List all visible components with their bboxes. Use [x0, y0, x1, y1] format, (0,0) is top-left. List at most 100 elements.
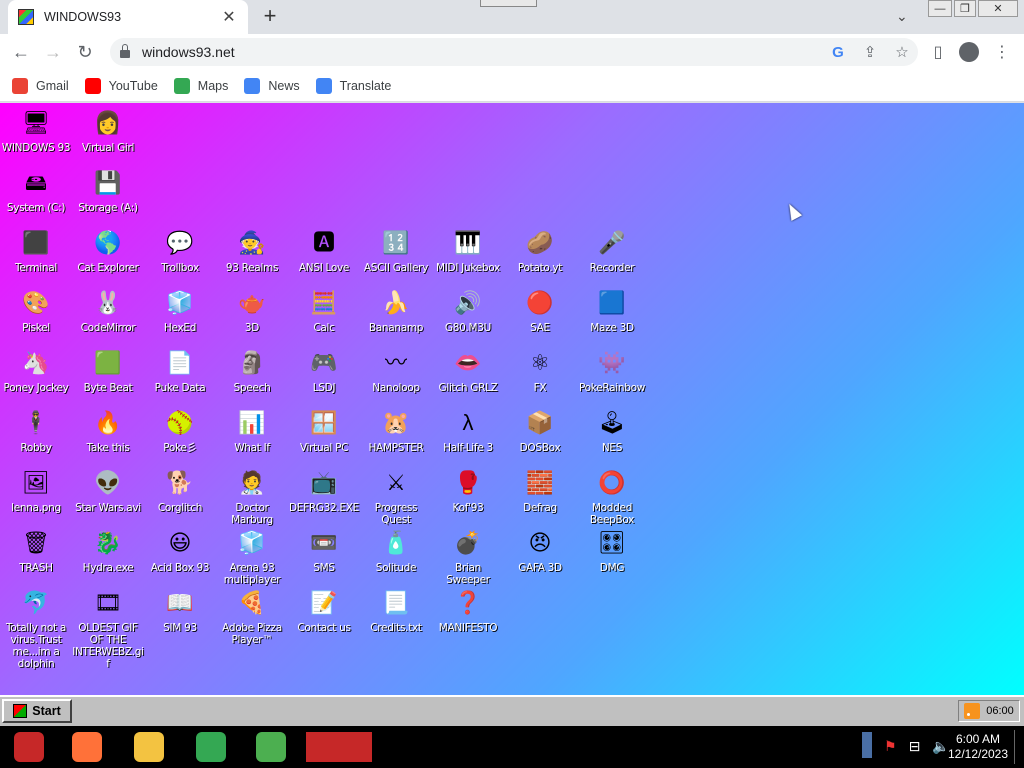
desktop-icon-lsdj[interactable]: 🎮 LSDJ: [288, 347, 360, 394]
desktop-icon-ascii-gallery[interactable]: 🔢 ASCII Gallery: [360, 227, 432, 274]
bookmark-translate[interactable]: Translate: [315, 77, 391, 94]
network-icon[interactable]: ⊟: [909, 738, 921, 758]
desktop-icon-contact-us[interactable]: 📝 Contact us: [288, 587, 360, 634]
desktop-icon-fx[interactable]: ⚛ FX: [504, 347, 576, 394]
desktop-icon-virtual-girl[interactable]: 👩 Virtual Girl: [72, 107, 144, 154]
desktop-icon-dmg[interactable]: 🎛 DMG: [576, 527, 648, 574]
desktop-icon-midi-jukebox[interactable]: 🎹 MIDI Jukebox: [432, 227, 504, 274]
new-tab-button[interactable]: +: [258, 5, 282, 27]
w93-tray[interactable]: 06:00: [958, 700, 1020, 722]
desktop-icon-trollbox[interactable]: 💬 Trollbox: [144, 227, 216, 274]
desktop-icon-system-c[interactable]: 🖴 System (C:): [0, 167, 72, 214]
desktop-icon-3d[interactable]: 🫖 3D: [216, 287, 288, 334]
bookmark-news[interactable]: News: [244, 77, 300, 94]
taskbar-app-2[interactable]: [120, 726, 178, 768]
desktop-icon-windows-93[interactable]: 🖥 WINDOWS 93: [0, 107, 72, 154]
network-flag-icon[interactable]: ⚑: [884, 738, 897, 758]
desktop-icon-nanoloop[interactable]: 〰 Nanoloop: [360, 347, 432, 394]
desktop-icon-defrag[interactable]: 🧱 Defrag: [504, 467, 576, 514]
desktop-icon-codemirror[interactable]: 🐰 CodeMirror: [72, 287, 144, 334]
taskbar-app-0[interactable]: [0, 726, 58, 768]
desktop-icon-hampster[interactable]: 🐹 HAMPSTER: [360, 407, 432, 454]
desktop-icon-g80-m3u[interactable]: 🔊 G80.M3U: [432, 287, 504, 334]
desktop-icon-acid-box-93[interactable]: 😃 Acid Box 93: [144, 527, 216, 574]
desktop-icon-robby[interactable]: 🕴 Robby: [0, 407, 72, 454]
side-panel-icon[interactable]: ▯: [927, 42, 949, 62]
desktop-icon-ansi-love[interactable]: 🅰 ANSI Love: [288, 227, 360, 274]
desktop-icon-brian-sweeper[interactable]: 💣 Brian Sweeper: [432, 527, 504, 586]
desktop-icon-sae[interactable]: 🔴 SAE: [504, 287, 576, 334]
lock-icon[interactable]: [120, 44, 130, 58]
url-text[interactable]: windows93.net: [142, 44, 822, 60]
desktop-icon-glitch-grlz[interactable]: 👄 Glitch GRLZ: [432, 347, 504, 394]
desktop-icon-corglitch[interactable]: 🐕 Corglitch: [144, 467, 216, 514]
desktop-icon-cat-explorer[interactable]: 🌎 Cat Explorer: [72, 227, 144, 274]
windows93-desktop[interactable]: 🖥 WINDOWS 93 👩 Virtual Girl 🖴 System (C:) 💾 Sto…: [0, 103, 1024, 695]
desktop-icon-take-this[interactable]: 🔥 Take this: [72, 407, 144, 454]
bookmark-gmail[interactable]: Gmail: [12, 77, 69, 94]
restore-button[interactable]: ❐: [954, 0, 976, 17]
google-lens-icon[interactable]: G: [822, 44, 854, 61]
tab-search-chevron-icon[interactable]: ⌄: [896, 8, 908, 25]
desktop-icon-arena-93-multiplayer[interactable]: 🧊 Arena 93 multiplayer: [216, 527, 288, 586]
desktop-icon-dosbox[interactable]: 📦 DOSBox: [504, 407, 576, 454]
address-bar[interactable]: windows93.net G ⇪ ☆: [110, 38, 918, 66]
taskbar-app-5[interactable]: [304, 726, 374, 768]
desktop-icon-storage-a[interactable]: 💾 Storage (A:): [72, 167, 144, 214]
desktop-icon-terminal[interactable]: ⬛ Terminal: [0, 227, 72, 274]
desktop-icon-modded-beepbox[interactable]: ⭕ Modded BeepBox: [576, 467, 648, 526]
desktop-icon-doctor-marburg[interactable]: 🧑‍⚕ Doctor Marburg: [216, 467, 288, 526]
browser-tab[interactable]: WINDOWS93 ✕: [8, 0, 248, 34]
bookmark-youtube[interactable]: YouTube: [84, 77, 158, 94]
system-clock[interactable]: 6:00 AM 12/12/2023: [940, 732, 1016, 762]
forward-arrow-icon[interactable]: →: [40, 40, 66, 64]
desktop-icon-pokerainbow[interactable]: 👾 PokeRainbow: [576, 347, 648, 394]
desktop-icon-lenna-png[interactable]: 🖼 lenna.png: [0, 467, 72, 514]
taskbar-app-4[interactable]: [242, 726, 300, 768]
desktop-icon-93-realms[interactable]: 🧙 93 Realms: [216, 227, 288, 274]
tab-close-icon[interactable]: ✕: [220, 7, 238, 27]
desktop-icon-poke[interactable]: 🥎 Poke彡: [144, 407, 216, 454]
desktop-icon-star-wars-avi[interactable]: 👽 Star Wars.avi: [72, 467, 144, 514]
desktop-icon-nes[interactable]: 🕹 NES: [576, 407, 648, 454]
show-desktop-button[interactable]: [1014, 730, 1020, 764]
bookmark-maps[interactable]: Maps: [173, 77, 228, 94]
desktop-icon-gafa-3d[interactable]: 😠 GAFA 3D: [504, 527, 576, 574]
desktop-icon-trash[interactable]: 🗑 TRASH: [0, 527, 72, 574]
start-button[interactable]: Start: [2, 699, 72, 723]
reload-icon[interactable]: ↻: [72, 40, 98, 64]
bookmark-star-icon[interactable]: ☆: [886, 43, 918, 61]
desktop-icon-defrg32-exe[interactable]: 📺 DEFRG32.EXE: [288, 467, 360, 514]
profile-avatar-icon[interactable]: [959, 42, 979, 62]
desktop-icon-oldest-gif-of-the-interwebz-gif[interactable]: 🎞 OLDEST GIF OF THE INTERWEBZ.gif: [72, 587, 144, 670]
desktop-icon-sim-93[interactable]: 📖 SIM 93: [144, 587, 216, 634]
desktop-icon-bananamp[interactable]: 🍌 Bananamp: [360, 287, 432, 334]
desktop-icon-adobe-pizza-player[interactable]: 🍕 Adobe Pizza Player™: [216, 587, 288, 646]
taskbar-app-1[interactable]: [58, 726, 116, 768]
desktop-icon-credits-txt[interactable]: 📃 Credits.txt: [360, 587, 432, 634]
minimize-button[interactable]: —: [928, 0, 952, 17]
desktop-icon-what-if[interactable]: 📊 What If: [216, 407, 288, 454]
desktop-icon-puke-data[interactable]: 📄 Puke Data: [144, 347, 216, 394]
desktop-icon-piskel[interactable]: 🎨 Piskel: [0, 287, 72, 334]
desktop-icon-byte-beat[interactable]: 🟩 Byte Beat: [72, 347, 144, 394]
share-icon[interactable]: ⇪: [854, 43, 886, 61]
desktop-icon-calc[interactable]: 🧮 Calc: [288, 287, 360, 334]
desktop-icon-progress-quest[interactable]: ⚔ Progress Quest: [360, 467, 432, 526]
close-window-button[interactable]: ✕: [978, 0, 1018, 17]
desktop-icon-maze-3d[interactable]: 🟦 Maze 3D: [576, 287, 648, 334]
desktop-icon-hydra-exe[interactable]: 🐉 Hydra.exe: [72, 527, 144, 574]
desktop-icon-sms[interactable]: 📼 SMS: [288, 527, 360, 574]
desktop-icon-virtual-pc[interactable]: 🪟 Virtual PC: [288, 407, 360, 454]
back-arrow-icon[interactable]: ←: [8, 40, 34, 64]
desktop-icon-poney-jockey[interactable]: 🦄 Poney Jockey: [0, 347, 72, 394]
desktop-icon-potato-yt[interactable]: 🥔 Potato.yt: [504, 227, 576, 274]
desktop-icon-speech[interactable]: 🗿 Speech: [216, 347, 288, 394]
tray-pen-icon[interactable]: [862, 732, 872, 758]
taskbar-app-3[interactable]: [182, 726, 240, 768]
desktop-icon-solitude[interactable]: 🧴 Solitude: [360, 527, 432, 574]
desktop-icon-kof-93[interactable]: 🥊 Kof'93: [432, 467, 504, 514]
rss-icon[interactable]: [964, 703, 981, 719]
window-drag-handle[interactable]: [480, 0, 537, 7]
desktop-icon-manifesto[interactable]: ❓ MANIFESTO: [432, 587, 504, 634]
